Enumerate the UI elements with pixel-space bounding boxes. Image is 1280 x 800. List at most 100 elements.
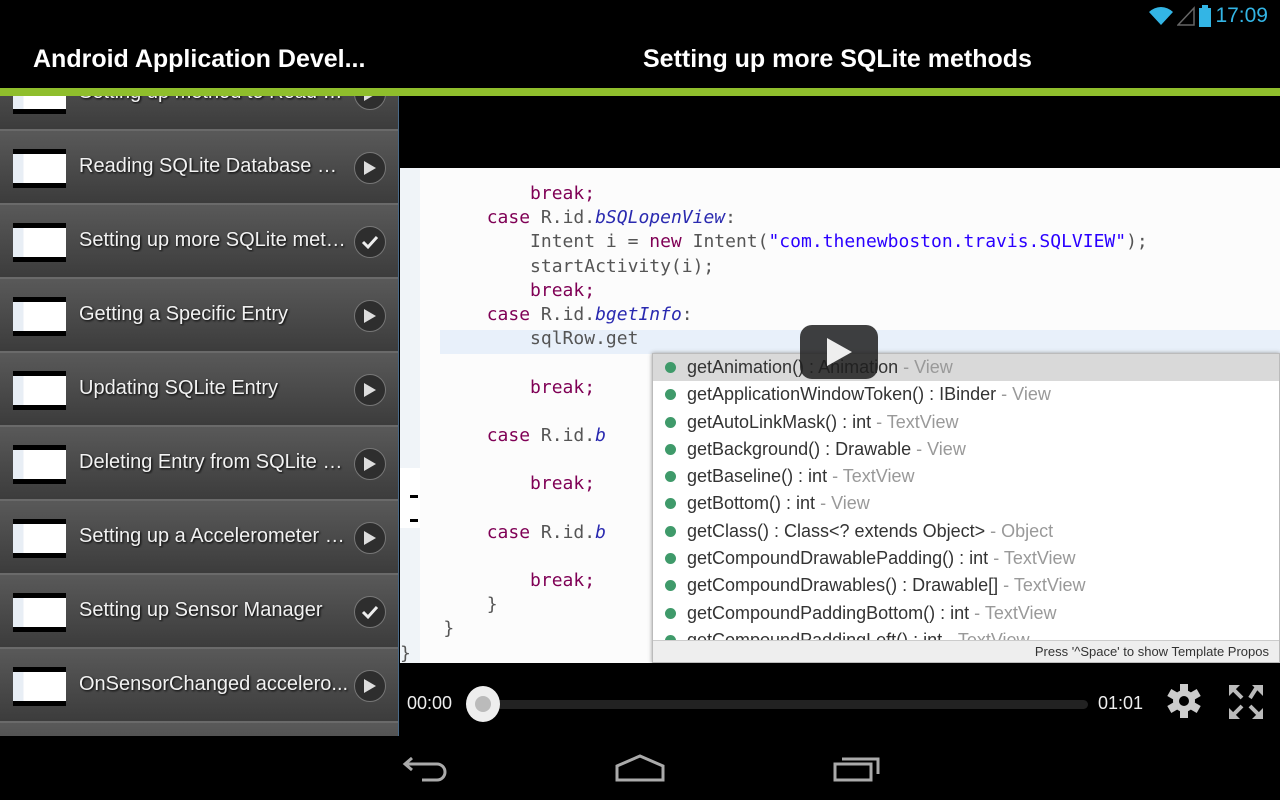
method-signature: getBaseline() : int [687,466,828,487]
autocomplete-popup: getAnimation() : Animation - View getAppl… [652,353,1280,663]
player-controls: 00:00 01:01 [400,663,1280,740]
watched-button[interactable] [354,596,386,628]
autocomplete-item[interactable]: getBackground() : Drawable - View [653,436,1279,463]
method-source: Object [1001,520,1054,541]
playlist-item[interactable]: Reading SQLite Database wit... [0,131,398,205]
playlist-item-title: Reading SQLite Database wit... [79,155,351,177]
watched-button[interactable] [354,226,386,258]
back-icon[interactable] [402,754,448,784]
playlist-item[interactable]: Updating SQLite Entry [0,353,398,427]
play-item-button[interactable] [354,96,386,110]
check-icon [361,605,379,620]
playlist-sidebar[interactable]: Setting up method to Read S... Reading SQ… [0,96,399,736]
seek-bar[interactable] [484,700,1088,709]
play-icon [364,96,373,101]
navigation-bar [0,740,1280,800]
play-item-button[interactable] [354,522,386,554]
recent-apps-icon[interactable] [832,754,882,784]
play-item-button[interactable] [354,670,386,702]
playlist-item-title: Setting up a Accelerometer c... [79,525,351,547]
clock: 17:09 [1215,4,1268,27]
accent-divider [0,88,1280,96]
method-source: TextView [1003,548,1076,569]
autocomplete-item[interactable]: getBaseline() : int - TextView [653,463,1279,490]
playlist-item-title: OnSensorChanged accelero... [79,673,349,695]
app-title[interactable]: Android Application Devel... [33,45,365,74]
code-line: Intent i = new Intent("com.thenewboston.… [400,231,1148,253]
playlist-item-partial [0,723,398,736]
duration: 01:01 [1098,693,1144,713]
code-line: case R.id.bSQLopenView: [486,207,736,229]
play-item-button[interactable] [354,152,386,184]
playlist-item[interactable]: Setting up a Accelerometer c... [0,501,398,575]
video-player[interactable]: break; case R.id.bSQLopenView: Intent i … [400,96,1280,663]
code-line: break; [400,279,596,301]
method-source: TextView [984,602,1057,623]
method-source: View [831,493,870,514]
playlist-item[interactable]: OnSensorChanged accelero... [0,649,398,723]
play-icon [364,531,376,545]
method-signature: getCompoundPaddingBottom() : int [687,602,970,623]
video-thumbnail [13,96,66,114]
code-line: sqlRow.get [400,328,639,350]
play-icon [364,457,376,471]
playlist-item-title: Getting a Specific Entry [79,303,288,325]
video-title: Setting up more SQLite methods [643,45,1032,73]
autocomplete-item[interactable]: getCompoundDrawablePadding() : int - Tex… [653,545,1279,572]
playlist-item-title: Deleting Entry from SQLite D... [79,451,351,473]
playlist-item[interactable]: Getting a Specific Entry [0,279,398,353]
video-thumbnail [13,223,66,262]
autocomplete-footer: Press '^Space' to show Template Propos [653,640,1279,662]
autocomplete-item[interactable]: getAutoLinkMask() : int - TextView [653,409,1279,436]
video-thumbnail [13,149,66,188]
method-source: TextView [886,411,959,432]
method-signature: getClass() : Class<? extends Object> [687,520,986,541]
status-bar: 17:09 [0,0,1280,36]
action-bar: Android Application Devel... Setting up … [0,36,1280,88]
home-icon[interactable] [615,754,665,784]
play-item-button[interactable] [354,300,386,332]
autocomplete-item[interactable]: getApplicationWindowToken() : IBinder - … [653,381,1279,408]
autocomplete-item[interactable]: getClass() : Class<? extends Object> - O… [653,518,1279,545]
code-line: case R.id.bgetInfo: [486,303,693,325]
playlist-item-title: Updating SQLite Entry [79,377,278,399]
video-thumbnail [13,519,66,558]
battery-icon [1199,5,1212,27]
autocomplete-item[interactable]: getAnimation() : Animation - View [653,354,1279,382]
play-item-button[interactable] [354,448,386,480]
method-source: View [1012,384,1051,405]
play-item-button[interactable] [354,374,386,406]
playlist-item[interactable]: Deleting Entry from SQLite D... [0,427,398,501]
playlist-item[interactable]: Setting up method to Read S... [0,96,398,131]
playlist-item[interactable]: Setting up more SQLite meth... [0,205,398,279]
play-icon [364,161,376,175]
video-thumbnail [13,371,66,410]
playlist-item[interactable]: Setting up Sensor Manager [0,575,398,649]
method-signature: getBottom() : int [687,493,816,514]
method-signature: getCompoundDrawablePadding() : int [687,548,989,569]
autocomplete-item[interactable]: getBottom() : int - View [653,490,1279,517]
method-signature: getApplicationWindowToken() : IBinder [687,384,997,405]
play-button[interactable] [800,325,878,379]
video-thumbnail [13,297,66,336]
seek-thumb[interactable] [466,686,500,722]
fullscreen-icon[interactable] [1227,683,1265,721]
video-frame[interactable]: break; case R.id.bSQLopenView: Intent i … [400,168,1280,663]
check-icon [361,235,379,250]
signal-icon [1177,6,1196,26]
code-line: break; [400,183,596,204]
method-source: View [927,438,966,459]
method-signature: getCompoundDrawables() : Drawable[] [687,575,999,596]
autocomplete-item[interactable]: getCompoundDrawables() : Drawable[] - Te… [653,572,1279,599]
play-icon [827,338,852,366]
gear-icon[interactable] [1166,683,1202,719]
playlist-item-title: Setting up method to Read S... [79,96,351,104]
wifi-icon [1149,7,1174,25]
method-signature: getAutoLinkMask() : int [687,411,872,432]
video-thumbnail [13,445,66,484]
method-source: TextView [1013,575,1086,596]
playlist: Setting up method to Read S... Reading SQ… [0,96,398,736]
autocomplete-item[interactable]: getCompoundPaddingBottom() : int - TextV… [653,600,1279,627]
code-line: startActivity(i); [400,255,715,277]
video-thumbnail [13,667,66,706]
